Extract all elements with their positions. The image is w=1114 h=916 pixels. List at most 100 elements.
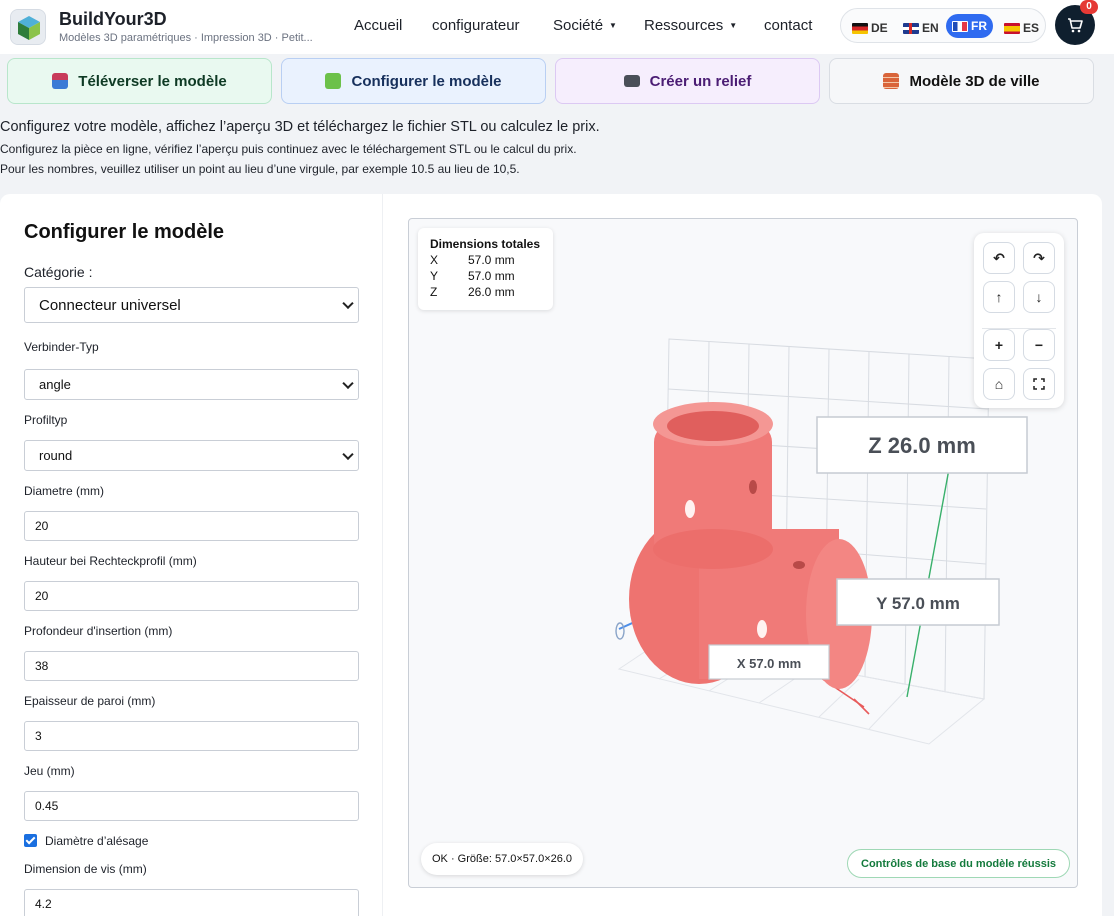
- dimensions-box: Dimensions totales X 57.0 mm Y 57.0 mm Z…: [418, 228, 553, 310]
- screw-size-input[interactable]: 4.2: [24, 889, 359, 916]
- intro-line-1: Configurez votre modèle, affichez l’aper…: [0, 119, 600, 135]
- rotate-left-button[interactable]: ↶: [983, 242, 1015, 274]
- model-viewer[interactable]: Z 26.0 mm Y 57.0 mm X 57.0 mm Dimensions…: [408, 218, 1078, 888]
- nav-accueil[interactable]: Accueil: [354, 17, 402, 34]
- intro-line-2: Configurez la pièce en ligne, vérifiez l…: [0, 142, 577, 156]
- brand-title[interactable]: BuildYour3D: [59, 9, 167, 30]
- tilt-up-button[interactable]: ↑: [983, 281, 1015, 313]
- insert-depth-input[interactable]: 38: [24, 651, 359, 681]
- nav-label: Société: [553, 17, 604, 34]
- reset-view-button[interactable]: ⌂: [983, 368, 1015, 400]
- insert-depth-label: Profondeur d'insertion (mm): [24, 624, 173, 638]
- dims-axis-x: X: [430, 253, 439, 267]
- rotate-left-icon: ↶: [993, 249, 1005, 266]
- profile-type-select[interactable]: round: [24, 440, 359, 471]
- lang-code: FR: [971, 19, 987, 33]
- rotate-right-icon: ↷: [1033, 249, 1045, 266]
- connector-type-label: Verbinder-Typ: [24, 340, 99, 354]
- camera-icon: [623, 75, 640, 87]
- rotate-right-button[interactable]: ↷: [1023, 242, 1055, 274]
- category-label: Catégorie :: [24, 264, 93, 280]
- zoom-out-icon: −: [1034, 337, 1044, 353]
- rect-height-input[interactable]: 20: [24, 581, 359, 611]
- nav-configurateur[interactable]: configurateur: [432, 17, 520, 34]
- select-value: angle: [39, 377, 71, 392]
- wall-thickness-label: Epaisseur de paroi (mm): [24, 694, 156, 708]
- dims-value-y: 57.0 mm: [468, 269, 515, 283]
- chevron-down-icon: [342, 377, 354, 389]
- lang-en[interactable]: EN: [903, 17, 939, 39]
- flag-fr-icon: [952, 20, 968, 32]
- z-dimension-label: Z 26.0 mm: [816, 416, 1028, 474]
- tab-label: Créer un relief: [649, 72, 752, 90]
- caret-down-icon: ▼: [609, 21, 617, 30]
- nav-label: configurateur: [432, 17, 520, 34]
- brand-subtitle: Modèles 3D paramétriques · Impression 3D…: [59, 32, 313, 44]
- bore-diameter-checkbox[interactable]: [24, 834, 37, 847]
- svg-text:X 57.0 mm: X 57.0 mm: [737, 656, 801, 671]
- lang-es[interactable]: ES: [1004, 17, 1039, 39]
- bore-diameter-label: Diamètre d’alésage: [45, 834, 149, 848]
- logo-cube-icon: [11, 10, 45, 44]
- category-select[interactable]: Connecteur universel: [24, 287, 359, 323]
- rect-height-label: Hauteur bei Rechteckprofil (mm): [24, 554, 197, 568]
- tab-city-model[interactable]: Modèle 3D de ville: [829, 58, 1094, 104]
- checks-passed-badge: Contrôles de base du modèle réussis: [847, 849, 1071, 878]
- cart-icon: [1068, 18, 1083, 33]
- caret-down-icon: ▼: [729, 21, 738, 30]
- language-switcher: DE EN FR ES: [840, 8, 1046, 43]
- intro-line-3: Pour les nombres, veuillez utiliser un p…: [0, 162, 520, 176]
- nav-label: Accueil: [354, 17, 403, 34]
- tab-create-relief[interactable]: Créer un relief: [555, 58, 820, 104]
- nav-label: contact: [764, 17, 813, 34]
- nav-contact[interactable]: contact: [764, 17, 812, 34]
- header-bar: BuildYour3D Modèles 3D paramétriques · I…: [0, 0, 1114, 54]
- wall-thickness-input[interactable]: 3: [24, 721, 359, 751]
- clearance-label: Jeu (mm): [24, 764, 75, 778]
- screw-size-label: Dimension de vis (mm): [24, 862, 147, 876]
- lang-fr[interactable]: FR: [946, 14, 993, 38]
- svg-text:Z 26.0 mm: Z 26.0 mm: [868, 433, 976, 458]
- upload-icon: [52, 73, 69, 89]
- tab-upload-model[interactable]: Téléverser le modèle: [7, 58, 272, 104]
- viewer-controls: ↶ ↷ ↑ ↓ + − ⌂: [974, 233, 1064, 408]
- nav-societe[interactable]: Société ▼: [553, 17, 617, 34]
- x-axis-tick: [853, 698, 870, 715]
- dims-axis-z: Z: [430, 285, 438, 299]
- chevron-down-icon: [342, 297, 354, 310]
- tab-label: Configurer le modèle: [351, 72, 502, 90]
- fullscreen-icon: [1033, 378, 1045, 390]
- clearance-input[interactable]: 0.45: [24, 791, 359, 821]
- logo[interactable]: [10, 9, 46, 45]
- tilt-down-button[interactable]: ↓: [1023, 281, 1055, 313]
- lang-code: EN: [922, 21, 939, 35]
- zoom-in-icon: +: [994, 337, 1004, 353]
- select-value: round: [39, 448, 73, 463]
- cart-count-badge: 0: [1080, 0, 1098, 14]
- puzzle-icon: [325, 73, 342, 89]
- configurator-card: Configurer le modèle Catégorie : Connect…: [0, 194, 1102, 916]
- nav-label: Ressources: [644, 17, 724, 34]
- tab-configure-model[interactable]: Configurer le modèle: [281, 58, 546, 104]
- dims-value-x: 57.0 mm: [468, 253, 515, 267]
- dims-value-z: 26.0 mm: [468, 285, 515, 299]
- nav-ressources[interactable]: Ressources ▼: [644, 17, 737, 34]
- flag-de-icon: [852, 22, 868, 34]
- diameter-label: Diametre (mm): [24, 484, 104, 498]
- y-dimension-label: Y 57.0 mm: [836, 578, 1000, 626]
- connector-type-select[interactable]: angle: [24, 369, 359, 400]
- status-pill: OK · Größe: 57.0×57.0×26.0: [421, 843, 584, 875]
- fullscreen-button[interactable]: [1023, 368, 1055, 400]
- tab-label: Modèle 3D de ville: [909, 72, 1040, 90]
- axis-gizmo-icon: [615, 622, 625, 640]
- flag-es-icon: [1004, 22, 1020, 34]
- chevron-down-icon: [342, 448, 354, 460]
- flag-en-icon: [903, 22, 919, 34]
- lang-de[interactable]: DE: [852, 17, 888, 39]
- diameter-input[interactable]: 20: [24, 511, 359, 541]
- zoom-in-button[interactable]: +: [983, 329, 1015, 361]
- zoom-out-button[interactable]: −: [1023, 329, 1055, 361]
- form-column: Configurer le modèle Catégorie : Connect…: [0, 194, 383, 916]
- select-value: Connecteur universel: [39, 296, 181, 314]
- arrow-down-icon: ↓: [1035, 289, 1043, 305]
